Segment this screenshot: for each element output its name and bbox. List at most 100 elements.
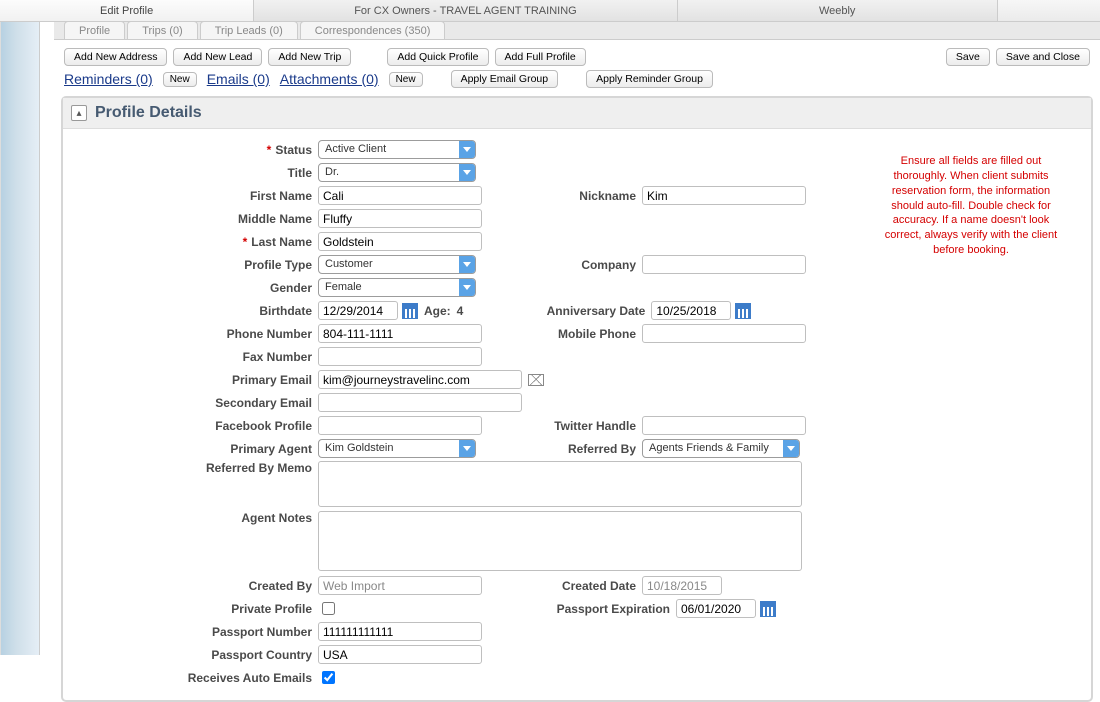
birthdate-input[interactable] [318, 301, 398, 320]
mobile-input[interactable] [642, 324, 806, 343]
phone-input[interactable] [318, 324, 482, 343]
subtab-profile[interactable]: Profile [64, 21, 125, 39]
label-private-profile: Private Profile [73, 602, 318, 616]
chevron-down-icon [459, 256, 475, 273]
nickname-input[interactable] [642, 186, 806, 205]
first-name-input[interactable] [318, 186, 482, 205]
label-auto-emails: Receives Auto Emails [73, 671, 318, 685]
add-address-button[interactable]: Add New Address [64, 48, 167, 66]
panel-title: Profile Details [95, 104, 202, 122]
label-referred-memo: Referred By Memo [73, 461, 318, 475]
tab-edit-profile[interactable]: Edit Profile [0, 0, 254, 21]
subtab-leads[interactable]: Trip Leads (0) [200, 21, 298, 39]
label-anniversary: Anniversary Date [501, 304, 651, 318]
passport-number-input[interactable] [318, 622, 482, 641]
label-created-date: Created Date [512, 579, 642, 593]
save-button[interactable]: Save [946, 48, 990, 66]
label-passport-exp: Passport Expiration [518, 602, 676, 616]
attachments-link[interactable]: Attachments (0) [280, 71, 379, 87]
calendar-icon[interactable] [760, 601, 776, 617]
title-value: Dr. [319, 164, 459, 181]
collapse-icon[interactable]: ▴ [71, 105, 87, 121]
subtab-correspondences[interactable]: Correspondences (350) [300, 21, 446, 39]
tab-weebly[interactable]: Weebly [678, 0, 998, 21]
created-by-input [318, 576, 482, 595]
sidebar-gap [40, 22, 54, 655]
referred-memo-input[interactable] [318, 461, 802, 507]
facebook-input[interactable] [318, 416, 482, 435]
label-age: Age: [424, 304, 451, 318]
fax-input[interactable] [318, 347, 482, 366]
middle-name-input[interactable] [318, 209, 482, 228]
toolbar: Add New Address Add New Lead Add New Tri… [54, 40, 1100, 70]
panel-header: ▴ Profile Details [63, 98, 1091, 129]
label-status: Status [275, 143, 312, 157]
age-value: 4 [457, 304, 464, 318]
label-twitter: Twitter Handle [512, 419, 642, 433]
subtab-trips[interactable]: Trips (0) [127, 21, 198, 39]
title-select[interactable]: Dr. [318, 163, 476, 182]
add-full-profile-button[interactable]: Add Full Profile [495, 48, 586, 66]
label-primary-email: Primary Email [73, 373, 318, 387]
agent-notes-input[interactable] [318, 511, 802, 571]
new-reminder-button[interactable]: New [163, 72, 197, 87]
chevron-down-icon [459, 279, 475, 296]
profile-type-value: Customer [319, 256, 459, 273]
calendar-icon[interactable] [402, 303, 418, 319]
label-facebook: Facebook Profile [73, 419, 318, 433]
tab-training[interactable]: For CX Owners - TRAVEL AGENT TRAINING [254, 0, 678, 21]
primary-email-input[interactable] [318, 370, 522, 389]
primary-agent-select[interactable]: Kim Goldstein [318, 439, 476, 458]
label-mobile: Mobile Phone [512, 327, 642, 341]
add-lead-button[interactable]: Add New Lead [173, 48, 262, 66]
new-attachment-button[interactable]: New [389, 72, 423, 87]
company-input[interactable] [642, 255, 806, 274]
status-select[interactable]: Active Client [318, 140, 476, 159]
link-bar: Reminders (0) New Emails (0) Attachments… [54, 70, 1100, 96]
label-referred-by: Referred By [512, 442, 642, 456]
apply-reminder-group-button[interactable]: Apply Reminder Group [586, 70, 713, 88]
profile-details-panel: ▴ Profile Details Ensure all fields are … [61, 96, 1093, 702]
reminders-link[interactable]: Reminders (0) [64, 71, 153, 87]
label-profile-type: Profile Type [73, 258, 318, 272]
emails-link[interactable]: Emails (0) [207, 71, 270, 87]
chevron-down-icon [459, 164, 475, 181]
label-gender: Gender [73, 281, 318, 295]
browser-tabs: Edit Profile For CX Owners - TRAVEL AGEN… [0, 0, 1100, 22]
add-quick-profile-button[interactable]: Add Quick Profile [387, 48, 488, 66]
label-first-name: First Name [73, 189, 318, 203]
passport-exp-input[interactable] [676, 599, 756, 618]
status-value: Active Client [319, 141, 459, 158]
chevron-down-icon [459, 141, 475, 158]
label-last-name: Last Name [251, 235, 312, 249]
created-date-input [642, 576, 722, 595]
mail-icon[interactable] [528, 374, 544, 386]
anniversary-input[interactable] [651, 301, 731, 320]
left-sidebar [0, 22, 40, 655]
add-trip-button[interactable]: Add New Trip [268, 48, 351, 66]
label-secondary-email: Secondary Email [73, 396, 318, 410]
label-birthdate: Birthdate [73, 304, 318, 318]
label-fax: Fax Number [73, 350, 318, 364]
twitter-input[interactable] [642, 416, 806, 435]
warning-text: Ensure all fields are filled out thoroug… [881, 154, 1061, 258]
label-company: Company [512, 258, 642, 272]
profile-type-select[interactable]: Customer [318, 255, 476, 274]
private-profile-checkbox[interactable] [322, 602, 335, 615]
referred-by-select[interactable]: Agents Friends & Family [642, 439, 800, 458]
last-name-input[interactable] [318, 232, 482, 251]
label-phone: Phone Number [73, 327, 318, 341]
label-nickname: Nickname [512, 189, 642, 203]
label-primary-agent: Primary Agent [73, 442, 318, 456]
apply-email-group-button[interactable]: Apply Email Group [451, 70, 559, 88]
save-close-button[interactable]: Save and Close [996, 48, 1090, 66]
calendar-icon[interactable] [735, 303, 751, 319]
gender-select[interactable]: Female [318, 278, 476, 297]
secondary-email-input[interactable] [318, 393, 522, 412]
label-passport-number: Passport Number [73, 625, 318, 639]
primary-agent-value: Kim Goldstein [319, 440, 459, 457]
chevron-down-icon [783, 440, 799, 457]
auto-emails-checkbox[interactable] [322, 671, 335, 684]
label-middle-name: Middle Name [73, 212, 318, 226]
label-agent-notes: Agent Notes [73, 511, 318, 525]
